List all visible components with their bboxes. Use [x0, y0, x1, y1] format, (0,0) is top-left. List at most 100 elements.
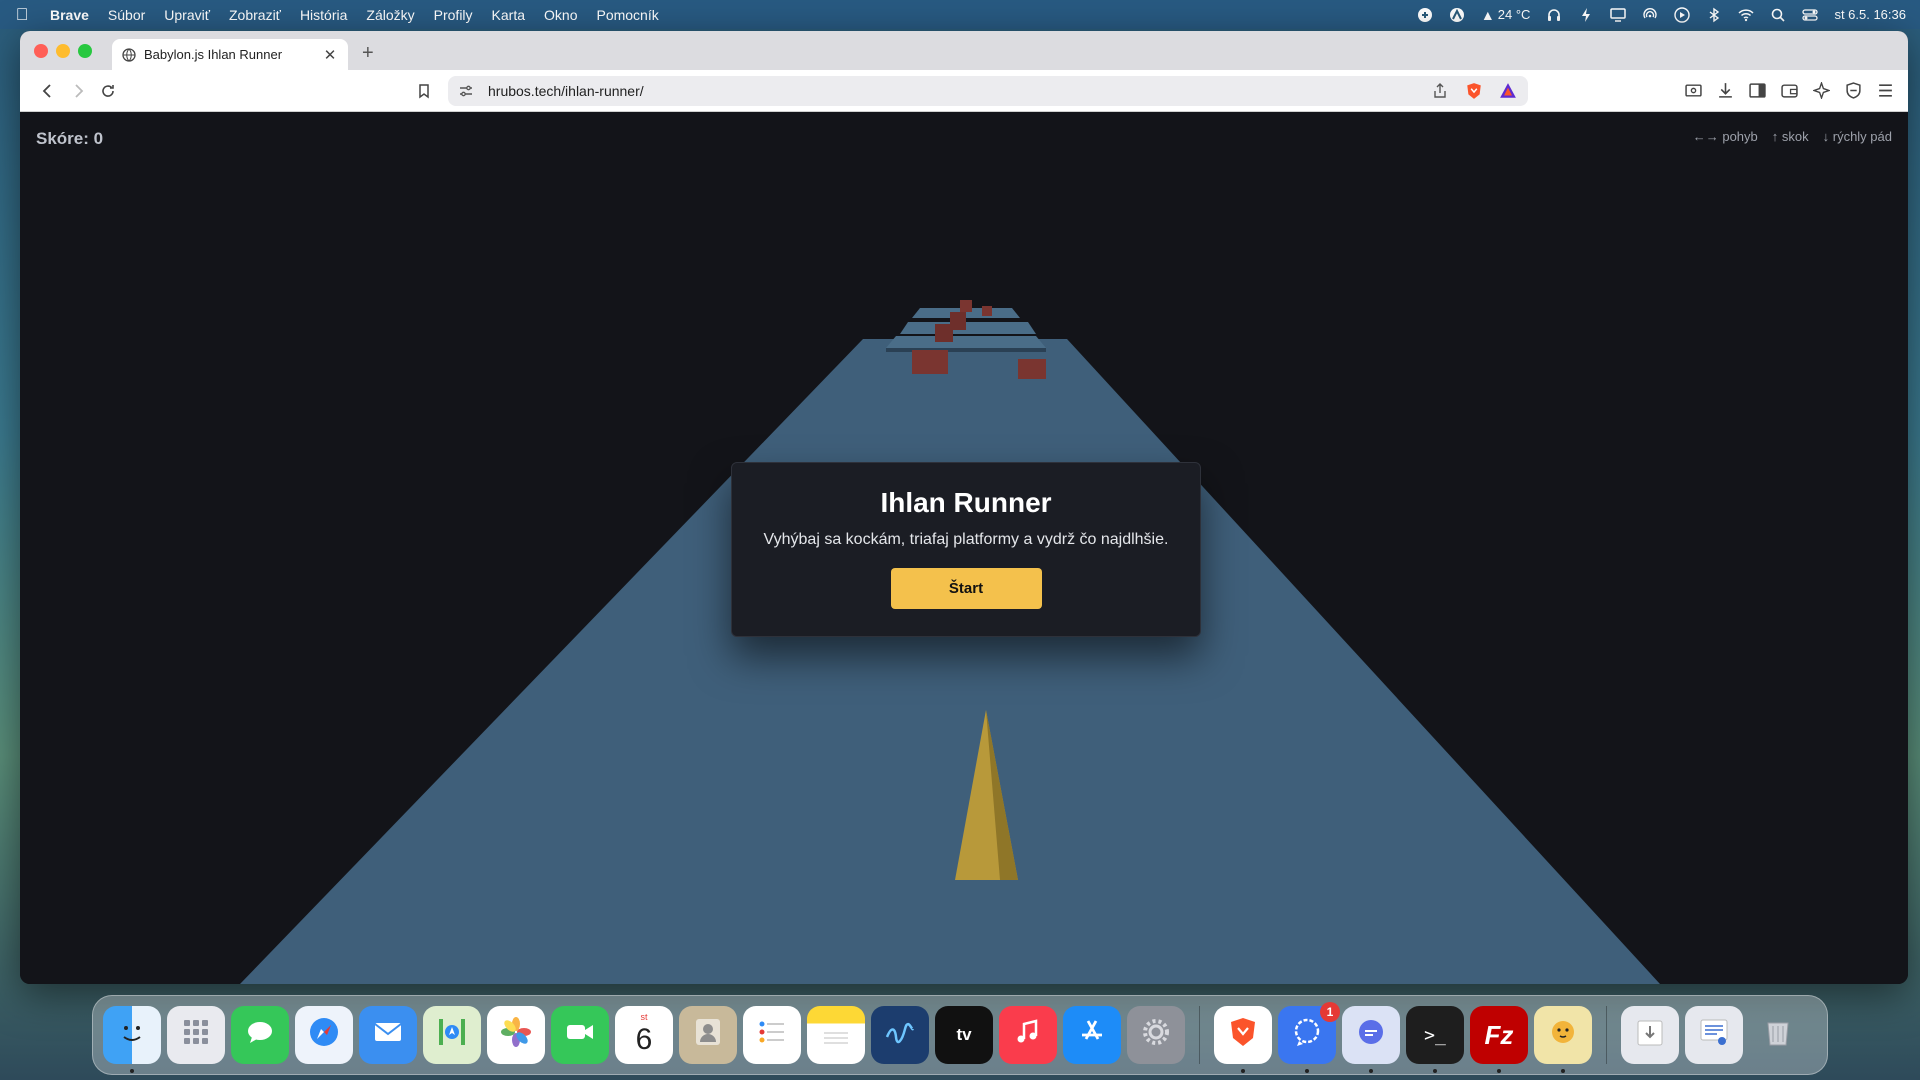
reload-button[interactable]	[94, 77, 122, 105]
spotlight-search-icon[interactable]	[1770, 7, 1786, 23]
tab-bar: Babylon.js Ihlan Runner ✕ +	[20, 31, 1908, 70]
start-button[interactable]: Štart	[890, 568, 1042, 609]
calendar-weekday: st	[640, 1012, 648, 1022]
status-app-icon[interactable]	[1417, 7, 1433, 23]
menu-bookmarks[interactable]: Záložky	[366, 7, 414, 23]
dock-calendar[interactable]: st 6	[615, 1006, 673, 1064]
unread-badge: 1	[1320, 1002, 1340, 1022]
dock-messages[interactable]	[231, 1006, 289, 1064]
bookmark-icon[interactable]	[410, 77, 438, 105]
new-tab-button[interactable]: +	[362, 42, 374, 65]
brave-icon	[1226, 1015, 1260, 1056]
dock-freeform[interactable]	[871, 1006, 929, 1064]
dock-separator	[1199, 1006, 1200, 1064]
close-window-button[interactable]	[34, 43, 48, 58]
dock-reminders[interactable]	[743, 1006, 801, 1064]
screenshot-icon[interactable]	[1684, 82, 1702, 100]
dock-element[interactable]	[1342, 1006, 1400, 1073]
menu-window[interactable]: Okno	[544, 7, 577, 23]
menu-edit[interactable]: Upraviť	[164, 7, 210, 23]
clock[interactable]: st 6.5. 16:36	[1834, 7, 1906, 22]
dock-photos[interactable]	[487, 1006, 545, 1064]
dock-signal[interactable]: 1	[1278, 1002, 1340, 1073]
dock-trash[interactable]	[1749, 1006, 1807, 1064]
control-center-icon[interactable]	[1802, 7, 1819, 23]
forward-button[interactable]	[64, 77, 92, 105]
dock-apple-tv[interactable]: tv	[935, 1006, 993, 1064]
share-icon[interactable]	[1430, 81, 1450, 101]
platform	[886, 336, 1046, 348]
download-icon[interactable]	[1716, 82, 1734, 100]
bluetooth-icon[interactable]	[1706, 7, 1722, 23]
control-move-hint: ←→ pohyb	[1692, 129, 1758, 144]
documents-icon	[1697, 1015, 1731, 1056]
music-icon	[1011, 1015, 1045, 1056]
battery-bolt-icon[interactable]	[1578, 7, 1594, 23]
now-playing-icon[interactable]	[1674, 6, 1691, 23]
menu-history[interactable]: História	[300, 7, 347, 23]
menu-app-name[interactable]: Brave	[50, 7, 89, 23]
minimize-window-button[interactable]	[56, 43, 70, 58]
brave-rewards-icon[interactable]	[1498, 81, 1518, 101]
wifi-icon[interactable]	[1738, 7, 1754, 23]
dock-facetime[interactable]	[551, 1006, 609, 1064]
tab-active[interactable]: Babylon.js Ihlan Runner ✕	[112, 39, 348, 70]
browser-window: Babylon.js Ihlan Runner ✕ + hrubos.tech/…	[20, 31, 1908, 984]
dock-brave[interactable]	[1214, 1006, 1272, 1073]
site-settings-icon[interactable]	[458, 83, 474, 99]
menu-profiles[interactable]: Profily	[434, 7, 473, 23]
finder-icon	[115, 1015, 149, 1056]
menu-icon[interactable]	[1876, 82, 1894, 100]
dock-terminal[interactable]: >_	[1406, 1006, 1464, 1073]
display-icon[interactable]	[1610, 7, 1627, 23]
dock-safari[interactable]	[295, 1006, 353, 1064]
leo-ai-icon[interactable]	[1812, 82, 1830, 100]
window-controls	[34, 43, 92, 58]
launchpad-icon	[179, 1015, 213, 1056]
controls-hint: ←→ pohyb ↑ skok ↓ rýchly pád	[1693, 129, 1892, 144]
game-canvas[interactable]: Skóre: 0 ←→ pohyb ↑ skok ↓ rýchly pád Ih…	[20, 112, 1908, 984]
brave-shields-icon[interactable]	[1464, 81, 1484, 101]
menu-file[interactable]: Súbor	[108, 7, 145, 23]
dock-cheetah[interactable]	[1534, 1006, 1592, 1073]
obstacle-cube	[982, 306, 992, 316]
apple-menu-icon[interactable]: 	[14, 5, 30, 25]
vpn-icon[interactable]	[1844, 82, 1862, 100]
weather-status[interactable]: ▲ 24 °C	[1481, 7, 1531, 23]
dock-notes[interactable]	[807, 1006, 865, 1064]
status-accessibility-icon[interactable]	[1449, 7, 1465, 23]
back-button[interactable]	[34, 77, 62, 105]
dock-mail[interactable]	[359, 1006, 417, 1064]
url-text[interactable]: hrubos.tech/ihlan-runner/	[488, 83, 1416, 99]
control-jump-hint: ↑ skok	[1771, 129, 1809, 144]
dock-downloads-stack[interactable]	[1621, 1006, 1679, 1064]
address-bar[interactable]: hrubos.tech/ihlan-runner/	[448, 75, 1528, 106]
close-tab-icon[interactable]: ✕	[322, 46, 338, 64]
contacts-icon	[691, 1015, 725, 1056]
dock-documents-stack[interactable]	[1685, 1006, 1743, 1064]
dock-music[interactable]	[999, 1006, 1057, 1064]
dock-filezilla[interactable]: Fz	[1470, 1006, 1528, 1073]
toolbar-actions	[1684, 82, 1894, 100]
menu-tab[interactable]: Karta	[492, 7, 525, 23]
dock-contacts[interactable]	[679, 1006, 737, 1064]
downloads-folder-icon	[1633, 1015, 1667, 1056]
track	[240, 339, 1660, 984]
dock-separator	[1606, 1006, 1607, 1064]
dock-maps[interactable]	[423, 1006, 481, 1064]
trash-icon	[1761, 1015, 1795, 1056]
calendar-date: 6	[635, 1023, 653, 1056]
sidebar-icon[interactable]	[1748, 82, 1766, 100]
wallet-icon[interactable]	[1780, 82, 1798, 100]
menu-help[interactable]: Pomocník	[596, 7, 658, 23]
gear-icon	[1139, 1015, 1173, 1056]
dock-system-settings[interactable]	[1127, 1006, 1185, 1064]
dock-finder[interactable]	[103, 1006, 161, 1073]
game-subtitle: Vyhýbaj sa kockám, triafaj platformy a v…	[763, 531, 1169, 548]
headphones-icon[interactable]	[1546, 7, 1562, 23]
airdrop-icon[interactable]	[1642, 7, 1658, 23]
zoom-window-button[interactable]	[78, 43, 92, 58]
dock-launchpad[interactable]	[167, 1006, 225, 1064]
dock-app-store[interactable]	[1063, 1006, 1121, 1064]
menu-view[interactable]: Zobraziť	[229, 7, 281, 23]
